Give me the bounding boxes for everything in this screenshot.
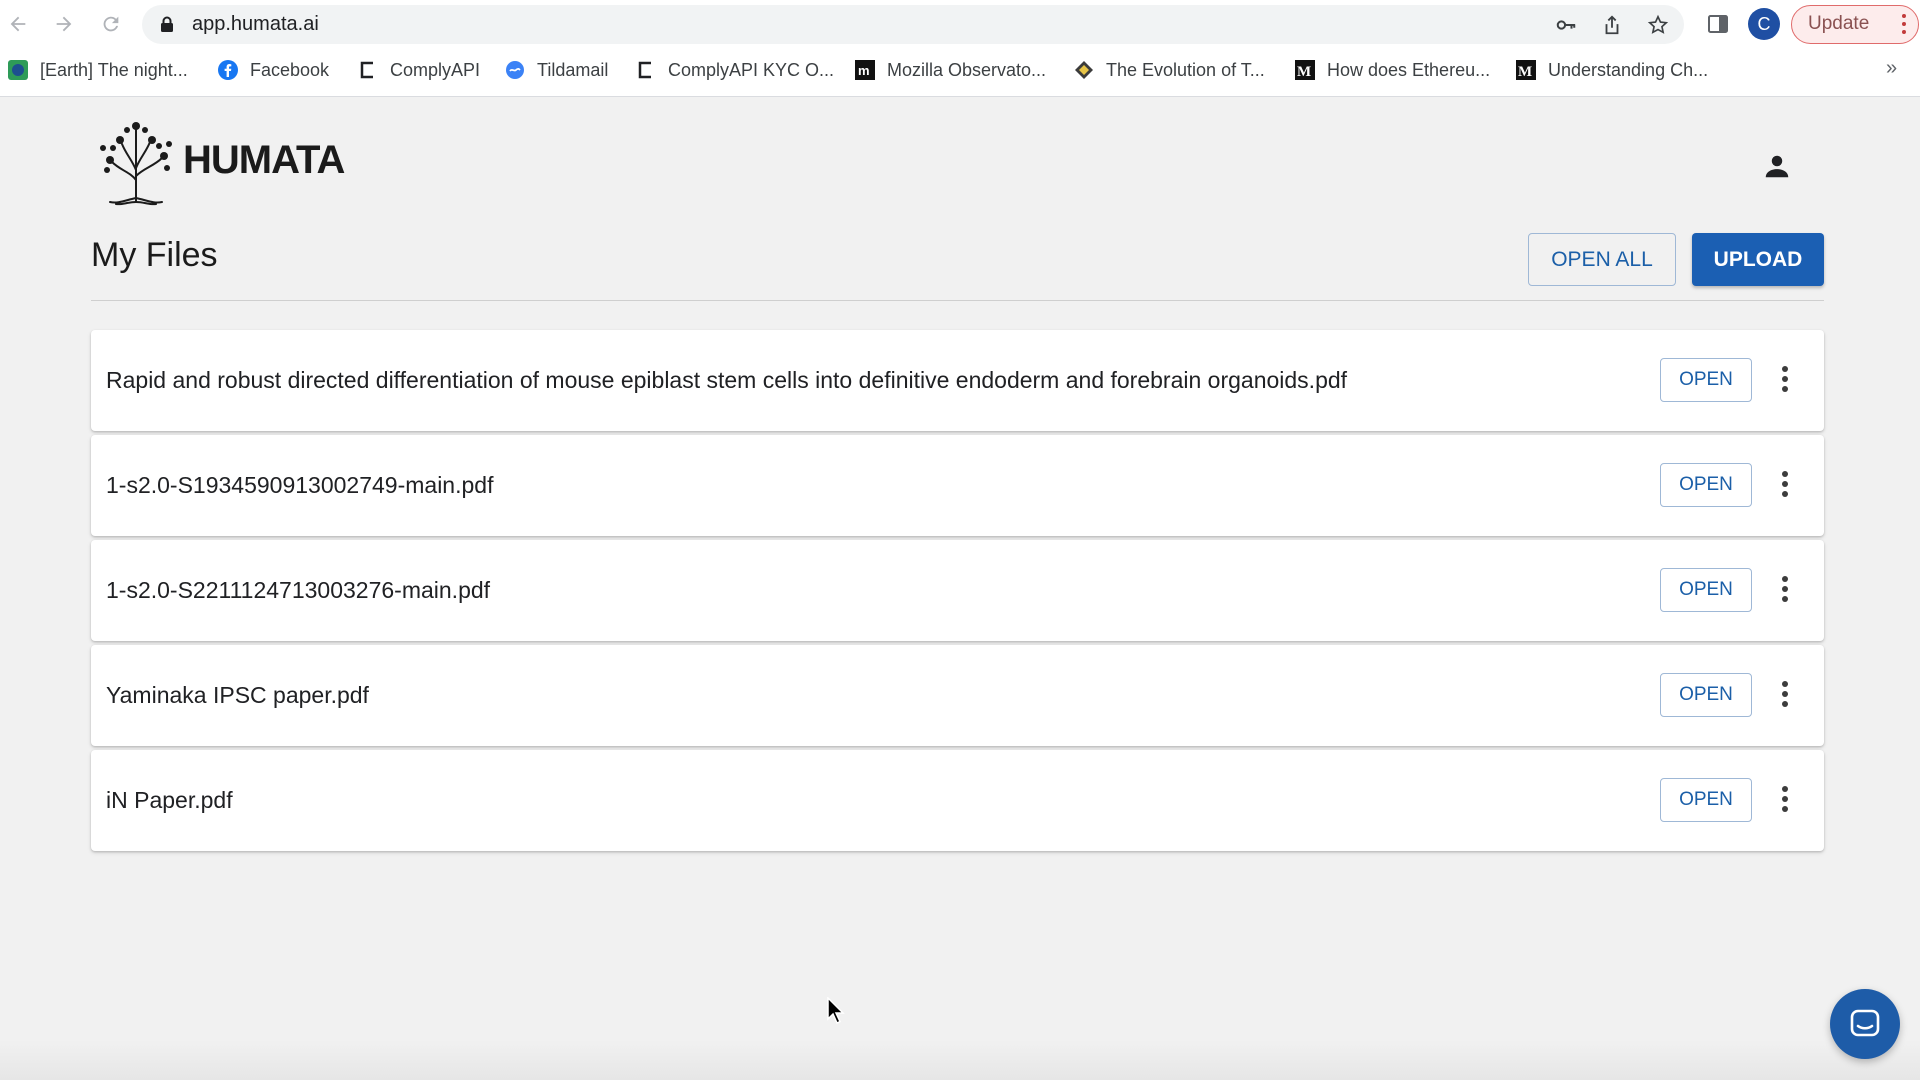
- side-panel-icon[interactable]: [1706, 12, 1730, 36]
- url-text: app.humata.ai: [192, 13, 319, 35]
- more-bookmarks-icon[interactable]: »: [1886, 57, 1897, 80]
- file-row[interactable]: iN Paper.pdf OPEN: [91, 750, 1824, 851]
- medium-icon: M: [1516, 60, 1536, 80]
- svg-text:M: M: [1518, 64, 1532, 80]
- bookmark-label: The Evolution of T...: [1106, 60, 1265, 80]
- lock-icon: [161, 16, 173, 32]
- file-row[interactable]: Yaminaka IPSC paper.pdf OPEN: [91, 645, 1824, 746]
- file-name: 1-s2.0-S2211124713003276-main.pdf: [106, 577, 491, 603]
- mozilla-icon: m: [855, 60, 875, 80]
- logo-text: HUMATA: [183, 138, 345, 182]
- open-file-button[interactable]: OPEN: [1660, 358, 1752, 402]
- profile-avatar[interactable]: C: [1748, 8, 1780, 40]
- file-row[interactable]: 1-s2.0-S2211124713003276-main.pdf OPEN: [91, 540, 1824, 641]
- forward-icon[interactable]: [48, 8, 80, 40]
- svg-text:m: m: [858, 63, 870, 78]
- bookmarks-bar: [Earth] The night... Facebook ComplyAPI …: [0, 49, 1920, 97]
- tree-logo-icon: [100, 122, 172, 206]
- more-vert-icon[interactable]: [1780, 471, 1790, 499]
- header-divider: [91, 300, 1824, 301]
- update-label: Update: [1808, 13, 1870, 34]
- more-vert-icon[interactable]: [1780, 366, 1790, 394]
- page-title: My Files: [91, 236, 218, 274]
- open-file-button[interactable]: OPEN: [1660, 673, 1752, 717]
- tildamail-icon: [506, 61, 524, 79]
- chat-launcher-button[interactable]: [1830, 989, 1900, 1059]
- mouse-cursor-icon: [827, 997, 845, 1025]
- back-icon[interactable]: [2, 8, 34, 40]
- medium-icon: M: [1295, 60, 1315, 80]
- file-row[interactable]: Rapid and robust directed differentiatio…: [91, 330, 1824, 431]
- open-all-button[interactable]: OPEN ALL: [1528, 233, 1676, 286]
- upload-button[interactable]: UPLOAD: [1692, 233, 1824, 286]
- file-name: iN Paper.pdf: [106, 787, 233, 813]
- bookmark-label: Tildamail: [537, 60, 609, 80]
- file-list: Rapid and robust directed differentiatio…: [91, 330, 1824, 855]
- open-file-button[interactable]: OPEN: [1660, 778, 1752, 822]
- star-icon[interactable]: [1647, 14, 1669, 36]
- diamond-icon: [1075, 61, 1093, 79]
- complyapi-icon: [638, 61, 651, 79]
- complyapi-icon: [360, 61, 373, 79]
- more-vert-icon[interactable]: [1780, 786, 1790, 814]
- update-button[interactable]: Update: [1791, 5, 1919, 44]
- bookmark-label: Understanding Ch...: [1548, 60, 1709, 80]
- file-name: Yaminaka IPSC paper.pdf: [106, 682, 369, 708]
- file-name: 1-s2.0-S1934590913002749-main.pdf: [106, 472, 494, 498]
- svg-text:M: M: [1297, 64, 1311, 80]
- facebook-icon: [218, 60, 238, 80]
- open-file-button[interactable]: OPEN: [1660, 463, 1752, 507]
- reload-icon[interactable]: [95, 8, 127, 40]
- bookmark-label: [Earth] The night...: [40, 60, 188, 80]
- bottom-shade: [0, 1040, 1920, 1080]
- bookmark-label: Facebook: [250, 60, 330, 80]
- share-icon[interactable]: [1601, 14, 1623, 36]
- bookmark-label: Mozilla Observato...: [887, 60, 1047, 80]
- bookmark-label: ComplyAPI KYC O...: [668, 60, 835, 80]
- open-file-button[interactable]: OPEN: [1660, 568, 1752, 612]
- more-vert-icon[interactable]: [1780, 576, 1790, 604]
- key-icon[interactable]: [1555, 14, 1577, 36]
- humata-logo[interactable]: HUMATA: [95, 118, 345, 208]
- file-name: Rapid and robust directed differentiatio…: [106, 367, 1348, 393]
- chat-icon: [1850, 1009, 1880, 1037]
- file-row[interactable]: 1-s2.0-S1934590913002749-main.pdf OPEN: [91, 435, 1824, 536]
- kebab-menu-icon: [1902, 14, 1906, 38]
- earth-favicon-icon: [8, 60, 28, 80]
- more-vert-icon[interactable]: [1780, 681, 1790, 709]
- browser-toolbar: app.humata.ai C Update: [0, 0, 1920, 49]
- user-account-icon[interactable]: [1762, 151, 1792, 181]
- bookmark-label: How does Ethereu...: [1327, 60, 1491, 80]
- address-bar[interactable]: app.humata.ai: [142, 5, 1684, 44]
- bookmark-label: ComplyAPI: [390, 60, 481, 80]
